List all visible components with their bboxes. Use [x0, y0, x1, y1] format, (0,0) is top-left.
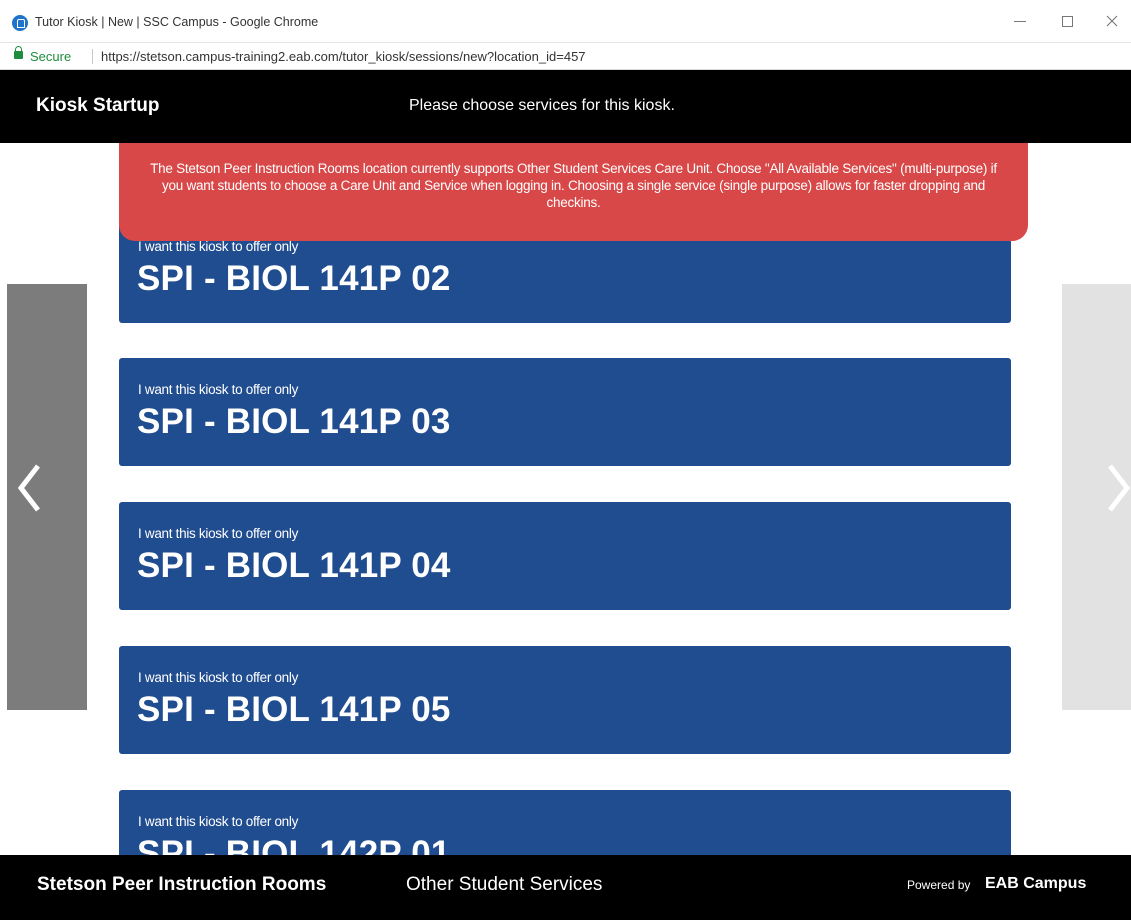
app-header: Kiosk Startup Please choose services for…: [0, 70, 1131, 143]
location-name: Stetson Peer Instruction Rooms: [37, 874, 327, 895]
next-page-button[interactable]: [1062, 284, 1131, 710]
previous-page-button[interactable]: [7, 284, 87, 710]
close-icon[interactable]: [1097, 8, 1127, 34]
service-card[interactable]: I want this kiosk to offer only SPI - BI…: [119, 358, 1011, 466]
location-alert: The Stetson Peer Instruction Rooms locat…: [119, 143, 1028, 241]
address-divider: [92, 49, 93, 64]
minimize-icon[interactable]: [1005, 8, 1035, 34]
powered-by-label: Powered by: [907, 878, 971, 892]
service-card-lead: I want this kiosk to offer only: [138, 814, 299, 829]
secure-label: Secure: [30, 49, 72, 64]
service-card[interactable]: I want this kiosk to offer only SPI - BI…: [119, 790, 1011, 855]
service-card-lead: I want this kiosk to offer only: [138, 382, 299, 397]
maximize-icon[interactable]: [1052, 8, 1082, 34]
kiosk-footer: Stetson Peer Instruction Rooms Other Stu…: [0, 855, 1131, 920]
service-card[interactable]: I want this kiosk to offer only SPI - BI…: [119, 646, 1011, 754]
lock-icon: [14, 46, 23, 59]
service-card-name: SPI - BIOL 141P 03: [137, 402, 451, 441]
chrome-favicon-icon: [12, 15, 28, 31]
service-card-lead: I want this kiosk to offer only: [138, 670, 299, 685]
chevron-left-icon: [17, 464, 40, 512]
service-card-lead: I want this kiosk to offer only: [138, 526, 299, 541]
service-card-lead: I want this kiosk to offer only: [138, 239, 299, 254]
service-card-name: SPI - BIOL 141P 05: [137, 690, 451, 729]
service-card-name: SPI - BIOL 141P 04: [137, 546, 451, 585]
brand-logo: EAB Campus: [985, 875, 1087, 892]
service-card-name: SPI - BIOL 142P 01: [137, 834, 451, 855]
address-bar[interactable]: Secure https://stetson.campus-training2.…: [0, 43, 1131, 70]
care-unit-name: Other Student Services: [406, 874, 603, 895]
service-card-name: SPI - BIOL 141P 02: [137, 259, 451, 298]
alert-message: The Stetson Peer Instruction Rooms locat…: [150, 161, 997, 210]
page-title: Kiosk Startup: [36, 95, 160, 116]
url-text[interactable]: https://stetson.campus-training2.eab.com…: [101, 49, 586, 64]
service-list: I want this kiosk to offer only SPI - BI…: [0, 143, 1131, 855]
chevron-right-icon: [1108, 464, 1131, 512]
page-subtitle: Please choose services for this kiosk.: [409, 97, 675, 114]
service-card[interactable]: I want this kiosk to offer only SPI - BI…: [119, 502, 1011, 610]
window-title: Tutor Kiosk | New | SSC Campus - Google …: [35, 15, 319, 29]
browser-titlebar: Tutor Kiosk | New | SSC Campus - Google …: [0, 0, 1131, 43]
